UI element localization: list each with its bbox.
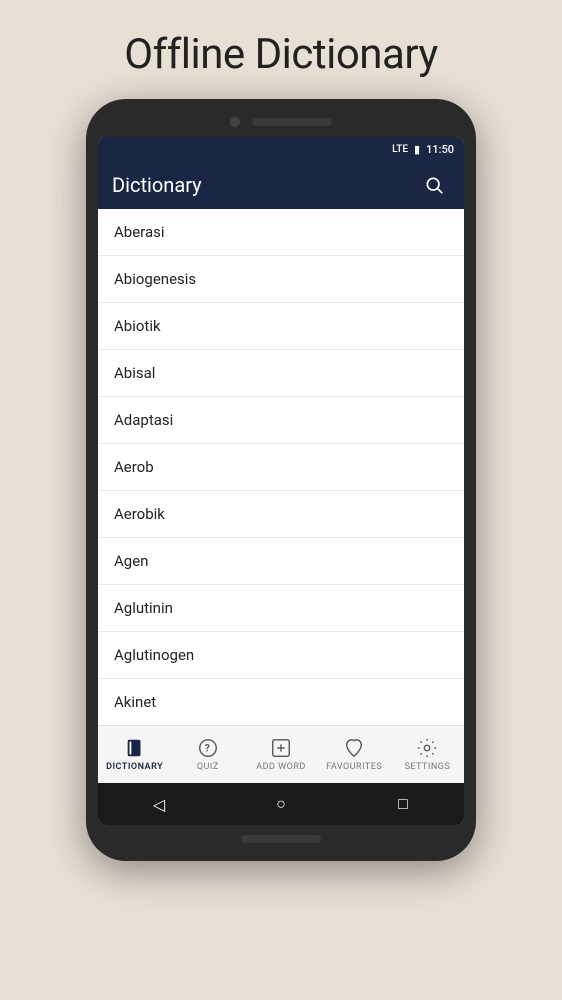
nav-label-dictionary: DICTIONARY — [106, 762, 163, 772]
bottom-speaker — [241, 835, 321, 843]
system-nav-bar: ◁ ○ □ — [98, 783, 464, 825]
phone-bottom-area — [98, 835, 464, 843]
word-item[interactable]: Aerobik — [98, 491, 464, 538]
app-bar-title: Dictionary — [112, 173, 202, 197]
app-bar: Dictionary — [98, 161, 464, 209]
word-item[interactable]: Adaptasi — [98, 397, 464, 444]
status-bar: LTE ▮ 11:50 — [98, 137, 464, 161]
word-item[interactable]: Agen — [98, 538, 464, 585]
quiz-icon: ? — [197, 737, 219, 759]
word-item[interactable]: Aberasi — [98, 209, 464, 256]
recents-button[interactable]: □ — [387, 788, 419, 820]
word-item[interactable]: Aerob — [98, 444, 464, 491]
word-item[interactable]: Aglutinogen — [98, 632, 464, 679]
dictionary-icon — [124, 737, 146, 759]
word-item[interactable]: Akinet — [98, 679, 464, 725]
word-item[interactable]: Abiotik — [98, 303, 464, 350]
nav-item-settings[interactable]: SETTINGS — [391, 733, 464, 776]
word-item[interactable]: Abiogenesis — [98, 256, 464, 303]
top-speaker — [252, 118, 332, 126]
add-word-icon — [270, 737, 292, 759]
search-button[interactable] — [418, 169, 450, 201]
phone-shell: LTE ▮ 11:50 Dictionary AberasiAbiogenesi… — [86, 99, 476, 861]
nav-item-favourites[interactable]: FAVOURITES — [318, 733, 391, 776]
favourites-icon — [343, 737, 365, 759]
back-button[interactable]: ◁ — [143, 788, 175, 820]
nav-item-add-word[interactable]: ADD WORD — [244, 733, 317, 776]
signal-indicator: LTE — [392, 144, 408, 155]
home-button[interactable]: ○ — [265, 788, 297, 820]
nav-label-settings: SETTINGS — [405, 762, 451, 772]
svg-text:?: ? — [205, 744, 210, 755]
word-item[interactable]: Abisal — [98, 350, 464, 397]
front-camera — [230, 117, 240, 127]
screen: LTE ▮ 11:50 Dictionary AberasiAbiogenesi… — [98, 137, 464, 825]
nav-item-dictionary[interactable]: DICTIONARY — [98, 733, 171, 776]
time-display: 11:50 — [426, 143, 454, 156]
phone-top-area — [98, 117, 464, 127]
settings-icon — [416, 737, 438, 759]
nav-item-quiz[interactable]: ? QUIZ — [171, 733, 244, 776]
search-icon — [424, 175, 444, 195]
page-title: Offline Dictionary — [124, 30, 438, 79]
nav-label-quiz: QUIZ — [197, 762, 219, 772]
battery-icon: ▮ — [414, 143, 420, 156]
word-item[interactable]: Aglutinin — [98, 585, 464, 632]
nav-label-add-word: ADD WORD — [256, 762, 306, 772]
word-list: AberasiAbiogenesisAbiotikAbisalAdaptasiA… — [98, 209, 464, 725]
nav-label-favourites: FAVOURITES — [326, 762, 382, 772]
bottom-nav: DICTIONARY ? QUIZ ADD WORD — [98, 725, 464, 783]
